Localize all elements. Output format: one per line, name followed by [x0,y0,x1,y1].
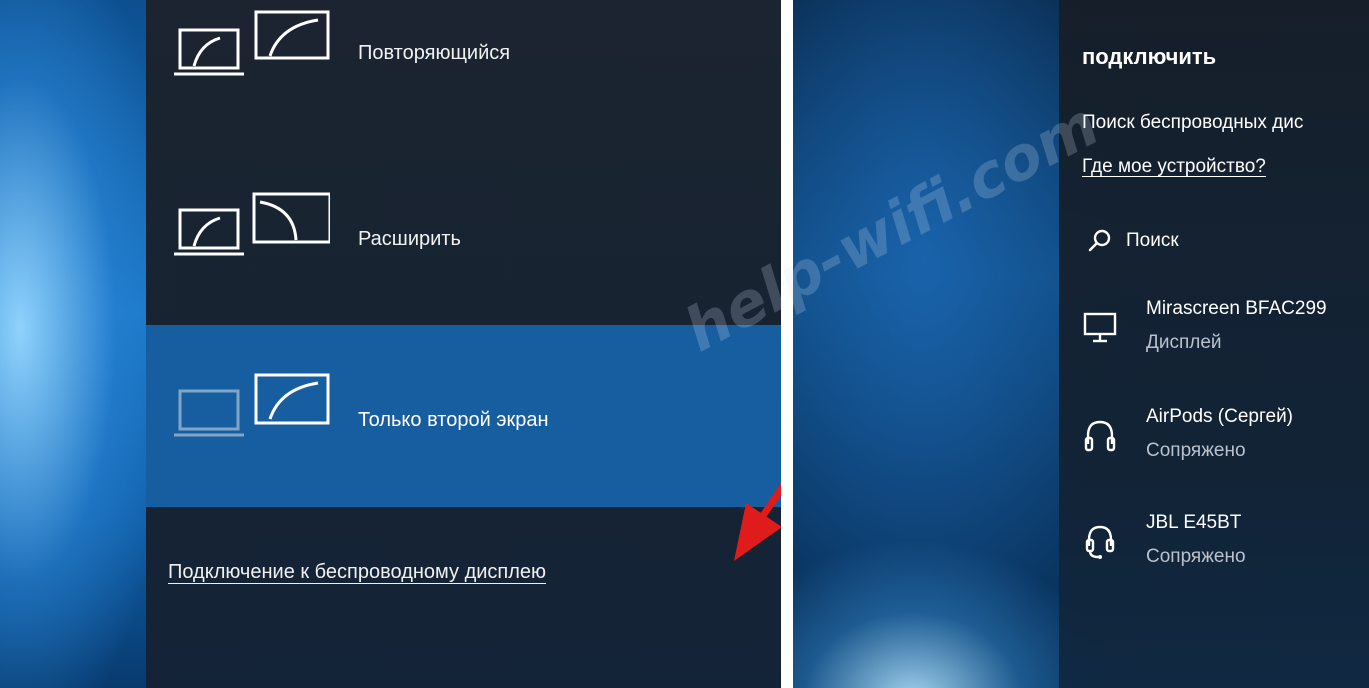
mode-extend[interactable]: Расширить [146,180,781,300]
device-item-airpods[interactable]: AirPods (Сергей) Сопряжено [1059,406,1369,486]
connect-wireless-display-link[interactable]: Подключение к беспроводному дисплею [168,561,546,584]
screenshot-divider [781,0,793,688]
red-arrow-annotation [734,483,781,561]
search-label: Поиск [1126,230,1179,251]
device-status: Сопряжено [1146,546,1246,567]
monitor-icon [1083,312,1117,343]
mode-extend-label: Расширить [358,228,461,250]
where-is-my-device-link[interactable]: Где мое устройство? [1082,156,1266,178]
search-icon [1088,229,1111,252]
device-name: AirPods (Сергей) [1146,406,1294,427]
device-status: Дисплей [1146,332,1222,353]
connect-panel-title: подключить [1082,44,1217,69]
connect-panel: подключить Поиск беспроводных дис Где мо… [1059,0,1369,688]
search-status-text: Поиск беспроводных дис [1082,112,1304,133]
search-button[interactable]: Поиск [1082,226,1342,258]
duplicate-display-icon [174,10,330,76]
device-name: Mirascreen BFAC299 [1146,298,1327,319]
mode-duplicate[interactable]: Повторяющийся [146,0,781,120]
mode-duplicate-label: Повторяющийся [358,42,511,64]
connect-screenshot: подключить Поиск беспроводных дис Где мо… [793,0,1369,688]
mode-second-screen-only-label: Только второй экран [358,409,549,431]
extend-display-icon [174,192,330,256]
headphones-icon [1084,420,1116,452]
device-name: JBL E45BT [1146,512,1242,533]
project-panel: Повторяющийся Расширить Только второй эк… [146,0,781,688]
headset-icon [1085,525,1115,559]
device-item-jbl[interactable]: JBL E45BT Сопряжено [1059,512,1369,592]
second-screen-only-icon [174,373,330,437]
device-item-mirascreen[interactable]: Mirascreen BFAC299 Дисплей [1059,298,1369,378]
mode-second-screen-only[interactable]: Только второй экран [146,325,781,507]
device-status: Сопряжено [1146,440,1246,461]
project-screenshot: Повторяющийся Расширить Только второй эк… [0,0,781,688]
